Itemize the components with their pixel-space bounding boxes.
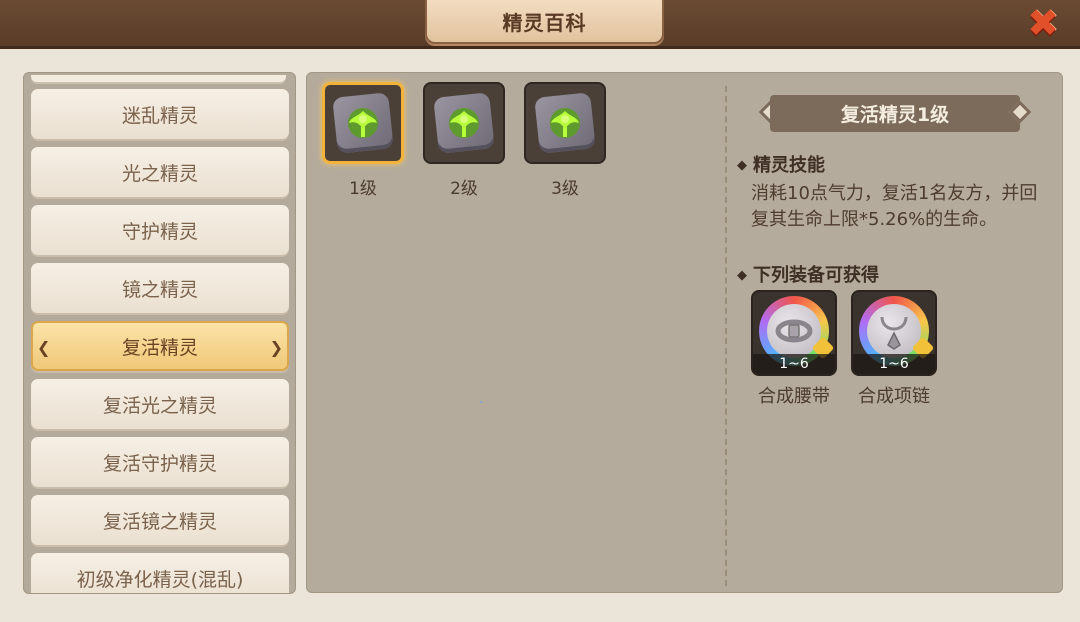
equip-name: 合成项链 xyxy=(858,386,930,407)
skill-heading-text: 精灵技能 xyxy=(753,155,825,176)
sprite-list-panel[interactable]: 迷乱精灵 光之精灵 守护精灵 镜之精灵 ❮ 复活精灵 ❯ 复活光之精灵 复活守护… xyxy=(23,72,296,594)
list-item-label: 迷乱精灵 xyxy=(121,104,198,127)
chevron-left-icon: ❮ xyxy=(37,338,51,357)
list-item-label: 复活精灵 xyxy=(121,336,198,359)
level-label: 1级 xyxy=(349,179,377,199)
close-button[interactable]: ✖ xyxy=(1020,2,1066,44)
close-icon: ✖ xyxy=(1027,1,1059,45)
list-scroll-top-edge xyxy=(31,75,286,82)
list-item-fu-huo-jing[interactable]: 复活镜之精灵 xyxy=(31,495,289,545)
level-card-2[interactable] xyxy=(423,82,505,164)
bullet-diamond-icon: ◆ xyxy=(737,268,747,283)
stray-pixel xyxy=(480,401,482,403)
list-item-fu-huo-guang[interactable]: 复活光之精灵 xyxy=(31,379,289,429)
title-plate: 精灵百科 xyxy=(425,0,664,44)
level-card-3[interactable] xyxy=(524,82,606,164)
window-title: 精灵百科 xyxy=(502,10,587,35)
list-item-mi-luan[interactable]: 迷乱精灵 xyxy=(31,89,289,139)
list-item-chu-ji-jing-hua[interactable]: 初级净化精灵(混乱) xyxy=(31,553,289,593)
level-label: 3级 xyxy=(551,179,579,199)
detail-header: 复活精灵1级 xyxy=(758,95,1032,132)
equip-range: 1~6 xyxy=(753,354,835,374)
list-item-shou-hu[interactable]: 守护精灵 xyxy=(31,205,289,255)
equip-range: 1~6 xyxy=(853,354,935,374)
list-item-fu-huo-shou-hu[interactable]: 复活守护精灵 xyxy=(31,437,289,487)
level-card-1[interactable] xyxy=(322,82,404,164)
list-item-label: 复活光之精灵 xyxy=(102,394,217,417)
list-item-label: 守护精灵 xyxy=(121,220,198,243)
encyclopedia-window: 精灵百科 ✖ 迷乱精灵 光之精灵 守护精灵 镜之精灵 ❮ 复活精灵 ❯ 复活光之… xyxy=(0,0,1080,622)
chevron-right-icon: ❯ xyxy=(269,338,283,357)
panel-divider xyxy=(725,86,727,586)
level-label: 2级 xyxy=(450,179,478,199)
equip-card-belt[interactable]: 1~6 xyxy=(751,290,837,376)
green-spirit-rune-icon xyxy=(433,92,495,154)
bullet-diamond-icon: ◆ xyxy=(737,158,747,173)
green-spirit-rune-icon xyxy=(332,92,394,154)
list-item-label: 复活镜之精灵 xyxy=(102,510,217,533)
equip-card-necklace[interactable]: 1~6 xyxy=(851,290,937,376)
skill-description: 消耗10点气力，复活1名友方，并回复其生命上限*5.26%的生命。 xyxy=(751,183,1038,230)
list-item-fu-huo[interactable]: ❮ 复活精灵 ❯ xyxy=(31,321,289,371)
list-item-label: 镜之精灵 xyxy=(121,278,198,301)
list-item-jing-zhi[interactable]: 镜之精灵 xyxy=(31,263,289,313)
list-item-label: 复活守护精灵 xyxy=(102,452,217,475)
detail-title: 复活精灵1级 xyxy=(840,104,950,126)
list-item-guang-zhi[interactable]: 光之精灵 xyxy=(31,147,289,197)
equip-heading-text: 下列装备可获得 xyxy=(753,265,879,286)
list-item-label: 光之精灵 xyxy=(121,162,198,185)
green-spirit-rune-icon xyxy=(534,92,596,154)
content-panel xyxy=(306,72,1063,593)
equip-name: 合成腰带 xyxy=(758,386,830,407)
equip-heading: ◆ 下列装备可获得 xyxy=(737,261,879,287)
skill-heading: ◆ 精灵技能 xyxy=(737,151,825,177)
detail-title-bar: 复活精灵1级 xyxy=(770,95,1020,132)
list-item-label: 初级净化精灵(混乱) xyxy=(76,568,244,591)
